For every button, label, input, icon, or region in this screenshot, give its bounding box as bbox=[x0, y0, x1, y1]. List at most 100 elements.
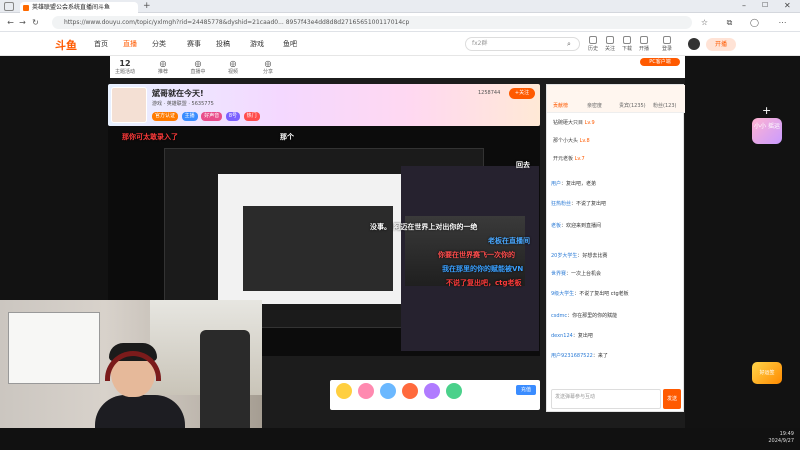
url-input[interactable]: https://www.douyu.com/topic/yxlmgh?rid=2… bbox=[52, 16, 692, 29]
room-header: 斌哥就在今天! 游戏 · 英雄联盟 · 5635775 官方认证 主播 好声音 … bbox=[108, 84, 540, 126]
streamer-avatar[interactable] bbox=[111, 87, 147, 123]
start-live-button[interactable]: 开播 bbox=[706, 38, 736, 51]
chat-message: 用户：复出吧，老弟 bbox=[551, 181, 597, 187]
star-icon[interactable]: ☆ bbox=[700, 18, 709, 27]
system-clock: 19:49 2024/9/27 bbox=[768, 431, 794, 444]
gift-rocket-icon[interactable] bbox=[402, 383, 418, 399]
close-button[interactable]: ✕ bbox=[784, 1, 791, 10]
user-avatar[interactable] bbox=[688, 38, 700, 50]
whiteboard bbox=[8, 312, 100, 384]
nav-home[interactable]: 首页 bbox=[94, 39, 108, 49]
danmaku-text: 没事。 阿迈在世界上对出你的一绝 bbox=[370, 223, 478, 231]
douyu-logo[interactable]: 斗鱼 bbox=[55, 37, 77, 53]
menu-icon[interactable]: ⋯ bbox=[778, 18, 787, 27]
room-tags: 官方认证 主播 好声音 8号 热门 bbox=[152, 112, 262, 121]
profile-icon[interactable]: ◯ bbox=[750, 18, 759, 27]
login-icon[interactable]: 登录 bbox=[660, 36, 674, 56]
nav-events[interactable]: 赛事 bbox=[187, 39, 201, 49]
back-icon[interactable]: ← bbox=[6, 18, 15, 27]
nav-fishbar[interactable]: 鱼吧 bbox=[283, 39, 297, 49]
tag-badge: 好声音 bbox=[201, 112, 223, 121]
room-meta: 游戏 · 英雄联盟 · 5635775 bbox=[152, 101, 214, 107]
nested-stream-video bbox=[243, 206, 393, 291]
nav-live[interactable]: 直播 bbox=[123, 39, 137, 49]
fan-row[interactable]: 那个小大头 Lv.8 bbox=[553, 137, 590, 147]
room-title: 斌哥就在今天! bbox=[152, 89, 204, 98]
chat-message: 20岁大学生：好想去比赛 bbox=[551, 253, 608, 259]
send-button[interactable]: 发送 bbox=[663, 389, 681, 409]
download-icon[interactable]: 下载 bbox=[620, 36, 634, 56]
plus-icon[interactable]: + bbox=[762, 105, 774, 117]
search-input[interactable]: fx2群 bbox=[465, 37, 580, 51]
danmaku-text: 不说了复出吧，ctg老板 bbox=[446, 279, 522, 287]
maximize-button[interactable]: ☐ bbox=[762, 1, 768, 9]
danmaku-text: 老板在直播间 bbox=[488, 237, 530, 245]
tag-badge: 热门 bbox=[243, 112, 260, 121]
chat-sidebar: 贡献榜 亲密度 贵宾(1235) 粉丝(123) 钻碗砸大只目 Lv.9 那个小… bbox=[546, 84, 685, 412]
category-item[interactable]: ◎ 直播中 bbox=[185, 59, 211, 75]
fan-row[interactable]: 钻碗砸大只目 Lv.9 bbox=[553, 119, 595, 129]
follow-icon[interactable]: 关注 bbox=[603, 36, 617, 56]
minimize-button[interactable]: – bbox=[742, 1, 746, 10]
chat-list: 用户：复出吧，老弟 狂热粉丝：不说了复出吧 老板：欢迎来到直播间 20岁大学生：… bbox=[547, 173, 685, 373]
tag-badge: 主播 bbox=[181, 112, 198, 121]
follow-button[interactable]: +关注 bbox=[509, 88, 535, 99]
sidebar-tabs: 贡献榜 亲密度 贵宾(1235) 粉丝(123) bbox=[547, 85, 685, 113]
danmaku-text: 回去 bbox=[516, 161, 530, 169]
tab-vip[interactable]: 贵宾(1235) bbox=[619, 102, 646, 109]
fortune-badge[interactable]: 好运签 bbox=[752, 362, 782, 384]
chat-message: 9级大学生：不说了复出吧 ctg老板 bbox=[551, 291, 629, 297]
category-item[interactable]: ◎ 推荐 bbox=[150, 59, 176, 75]
address-bar: ← → ↻ https://www.douyu.com/topic/yxlmgh… bbox=[0, 13, 800, 32]
category-row: 12 主题活动 ◎ 推荐 ◎ 直播中 ◎ 视频 ◎ 分享 PC客户端 bbox=[110, 56, 685, 78]
fan-row[interactable]: 开元老板 Lv.7 bbox=[553, 155, 585, 165]
chat-message: 用户9231687522：来了 bbox=[551, 353, 608, 359]
chat-input[interactable]: 发送弹幕参与互动 bbox=[551, 389, 661, 409]
broadcast-icon[interactable]: 开播 bbox=[637, 36, 651, 56]
nav-submit[interactable]: 投稿 bbox=[216, 39, 230, 49]
nav-category[interactable]: 分类 bbox=[152, 39, 166, 49]
chat-message: 世界赛：一次上台机会 bbox=[551, 271, 602, 277]
tab-bar: 英雄联盟公会系统直播间斗鱼 + – ☐ ✕ bbox=[0, 0, 800, 13]
category-item[interactable]: ◎ 分享 bbox=[255, 59, 281, 75]
chat-message: dexn124：复出吧 bbox=[551, 333, 593, 339]
douyu-favicon-icon bbox=[23, 5, 29, 11]
gift-carnival-icon[interactable] bbox=[446, 383, 462, 399]
search-icon[interactable]: ⌕ bbox=[567, 40, 571, 49]
tab-fans[interactable]: 粉丝(123) bbox=[653, 102, 676, 109]
danmaku-text: 那你可太敢录入了 bbox=[122, 133, 178, 141]
nav-games[interactable]: 游戏 bbox=[250, 39, 264, 49]
viewer-count: 1258744 bbox=[478, 90, 501, 96]
reload-icon[interactable]: ↻ bbox=[31, 18, 40, 27]
history-icon[interactable]: 历史 bbox=[586, 36, 600, 56]
browser-window: 英雄联盟公会系统直播间斗鱼 + – ☐ ✕ ← → ↻ https://www.… bbox=[0, 0, 800, 450]
gift-super-rocket-icon[interactable] bbox=[424, 383, 440, 399]
recharge-button[interactable]: 充值 bbox=[516, 385, 536, 395]
tab-contribution[interactable]: 贡献榜 bbox=[553, 102, 568, 109]
extensions-icon[interactable]: ⧉ bbox=[725, 18, 734, 27]
category-item[interactable]: ◎ 视频 bbox=[220, 59, 246, 75]
gift-bar: 充值 bbox=[330, 380, 540, 410]
gift-glowstick-icon[interactable] bbox=[336, 383, 352, 399]
category-item[interactable]: 12 主题活动 bbox=[112, 59, 138, 75]
chat-message: 老板：欢迎来到直播间 bbox=[551, 223, 602, 229]
room-chair bbox=[200, 330, 250, 440]
danmaku-text: 我在那里的你的赋能被VN bbox=[442, 265, 524, 273]
danmaku-text: 你要在世界赛飞一次你的 bbox=[438, 251, 515, 259]
tab-actions-icon[interactable] bbox=[4, 2, 14, 11]
lucky-event-badge[interactable]: 小小 摇运 bbox=[752, 118, 782, 144]
forward-icon[interactable]: → bbox=[18, 18, 27, 27]
browser-tab[interactable]: 英雄联盟公会系统直播间斗鱼 bbox=[20, 2, 138, 13]
tab-intimacy[interactable]: 亲密度 bbox=[587, 102, 602, 109]
taskbar: 19:49 2024/9/27 bbox=[0, 428, 800, 450]
tab-title: 英雄联盟公会系统直播间斗鱼 bbox=[32, 4, 111, 11]
pc-client-button[interactable]: PC客户端 bbox=[640, 58, 680, 66]
site-header: 斗鱼 首页 直播 分类 赛事 投稿 游戏 鱼吧 fx2群 ⌕ 历史 关注 下载 … bbox=[0, 32, 800, 56]
gift-card-icon[interactable] bbox=[358, 383, 374, 399]
fans-list: 钻碗砸大只目 Lv.9 那个小大头 Lv.8 开元老板 Lv.7 bbox=[547, 115, 685, 173]
gift-plane-icon[interactable] bbox=[380, 383, 396, 399]
chat-message: 狂热粉丝：不说了复出吧 bbox=[551, 201, 607, 207]
new-tab-button[interactable]: + bbox=[143, 1, 151, 11]
tag-badge: 8号 bbox=[225, 112, 241, 121]
tag-badge: 官方认证 bbox=[152, 112, 179, 121]
